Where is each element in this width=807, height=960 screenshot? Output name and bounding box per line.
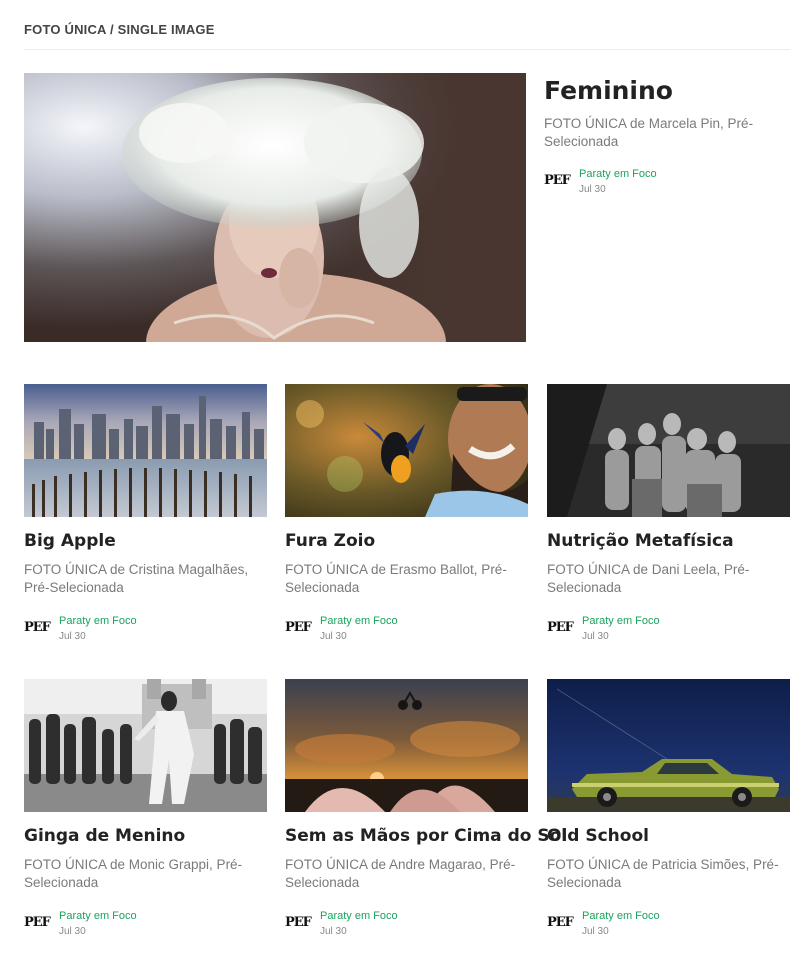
story-image[interactable] [24,384,267,517]
section-header: FOTO ÚNICA / SINGLE IMAGE [24,22,790,50]
publication-logo[interactable]: PEF [544,171,571,191]
story-title[interactable]: Nutrição Metafísica [547,531,734,551]
story-meta: PEF Paraty em Foco Jul 30 [24,615,224,645]
story-meta: PEF Paraty em Foco Jul 30 [285,910,485,940]
publication-logo[interactable]: PEF [285,618,312,638]
story-subtitle: FOTO ÚNICA de Erasmo Ballot, Pré-Selecio… [285,562,507,595]
featured-image[interactable] [24,73,526,342]
story-image[interactable] [547,679,790,812]
story-title[interactable]: Ginga de Menino [24,826,185,846]
publication-logo[interactable]: PEF [24,618,51,638]
publication-link[interactable]: Paraty em Foco [582,910,660,922]
publication-link[interactable]: Paraty em Foco [59,615,137,627]
story-image[interactable] [285,384,528,517]
story-subtitle: FOTO ÚNICA de Marcela Pin, Pré-Seleciona… [544,116,754,149]
publication-logo[interactable]: PEF [547,618,574,638]
publication-link[interactable]: Paraty em Foco [320,910,398,922]
story-title[interactable]: Old School [547,826,649,846]
story-image[interactable] [285,679,528,812]
publication-link[interactable]: Paraty em Foco [59,910,137,922]
story-date: Jul 30 [582,926,609,937]
publication-logo[interactable]: PEF [547,913,574,933]
story-subtitle: FOTO ÚNICA de Monic Grappi, Pré-Selecion… [24,857,243,890]
publication-link[interactable]: Paraty em Foco [579,168,657,180]
story-date: Jul 30 [320,631,347,642]
story-date: Jul 30 [59,926,86,937]
story-date: Jul 30 [59,631,86,642]
story-title[interactable]: Big Apple [24,531,116,551]
publication-logo[interactable]: PEF [285,913,312,933]
story-title[interactable]: Fura Zoio [285,531,375,551]
story-date: Jul 30 [579,184,606,195]
publication-link[interactable]: Paraty em Foco [582,615,660,627]
story-meta: PEF Paraty em Foco Jul 30 [544,168,744,198]
story-date: Jul 30 [582,631,609,642]
story-meta: PEF Paraty em Foco Jul 30 [24,910,224,940]
story-subtitle: FOTO ÚNICA de Patricia Simões, Pré-Selec… [547,857,779,890]
story-meta: PEF Paraty em Foco Jul 30 [285,615,485,645]
story-subtitle: FOTO ÚNICA de Andre Magarao, Pré-Selecio… [285,857,516,890]
story-meta: PEF Paraty em Foco Jul 30 [547,615,747,645]
story-meta: PEF Paraty em Foco Jul 30 [547,910,747,940]
story-image[interactable] [547,384,790,517]
publication-link[interactable]: Paraty em Foco [320,615,398,627]
publication-logo[interactable]: PEF [24,913,51,933]
story-title[interactable]: Sem as Mãos por Cima do Sol [285,826,567,846]
story-title[interactable]: Feminino [544,76,673,105]
story-subtitle: FOTO ÚNICA de Cristina Magalhães, Pré-Se… [24,562,249,595]
section-title[interactable]: FOTO ÚNICA / SINGLE IMAGE [24,22,790,37]
story-image[interactable] [24,679,267,812]
story-subtitle: FOTO ÚNICA de Dani Leela, Pré-Selecionad… [547,562,750,595]
story-date: Jul 30 [320,926,347,937]
